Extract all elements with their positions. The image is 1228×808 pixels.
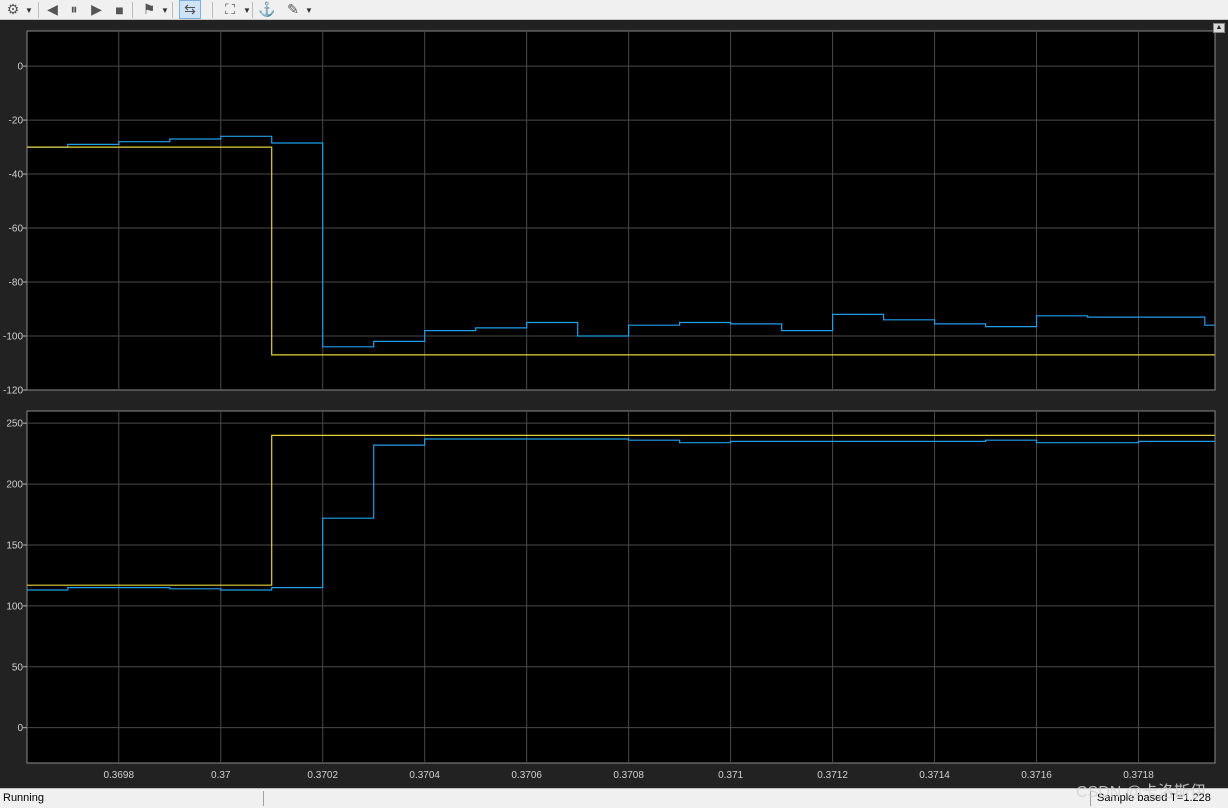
x-tick-label: 0.3714 xyxy=(919,770,950,781)
x-tick-label: 0.3716 xyxy=(1021,770,1052,781)
toolbar-divider xyxy=(172,2,173,18)
triggers-button[interactable]: ⚓ xyxy=(258,0,276,19)
restore-icon[interactable]: ▲ xyxy=(1213,23,1225,33)
chevron-down-icon[interactable]: ▼ xyxy=(243,6,251,15)
status-text: Running xyxy=(3,792,44,804)
measurements-button[interactable]: ✎ xyxy=(283,0,303,19)
y-tick-label: 0 xyxy=(17,62,23,73)
gear-icon: ⚙ xyxy=(6,1,20,17)
x-tick-label: 0.3712 xyxy=(817,770,848,781)
x-tick-label: 0.3704 xyxy=(409,770,440,781)
y-tick-label: 100 xyxy=(6,601,23,612)
y-tick-label: 0 xyxy=(17,723,23,734)
pause-icon: ⏸ xyxy=(70,1,78,17)
x-tick-label: 0.37 xyxy=(211,770,231,781)
y-tick-label: -20 xyxy=(9,116,24,127)
settings-button[interactable]: ⚙ xyxy=(3,0,23,19)
highlight-button[interactable]: ⚑ xyxy=(139,0,159,19)
toolbar-divider xyxy=(132,2,133,18)
step-back-icon: ◀ xyxy=(47,1,58,17)
step-back-button[interactable]: ◀ xyxy=(44,0,61,19)
x-tick-label: 0.3706 xyxy=(511,770,542,781)
scope-plots: 0-20-40-60-80-100-1200.3698 0.37 0.3702 0.3… xyxy=(3,30,1216,781)
highlight-block-icon: ⚑ xyxy=(142,1,156,17)
x-tick-label: 0.3708 xyxy=(613,770,644,781)
y-tick-label: 200 xyxy=(6,480,23,491)
toolbar-divider xyxy=(212,2,213,18)
y-tick-label: 150 xyxy=(6,540,23,551)
status-bar: Running Sample based T=1.228 xyxy=(0,788,1228,808)
y-tick-label: 50 xyxy=(12,662,24,673)
trigger-icon: ⚓ xyxy=(258,1,276,17)
step-forward-icon: ▶ xyxy=(91,1,102,17)
y-tick-label: 250 xyxy=(6,419,23,430)
zoom-button[interactable]: ⇆ xyxy=(179,0,201,19)
x-tick-label: 0.371 xyxy=(718,770,743,781)
pause-button[interactable]: ⏸ xyxy=(65,0,83,19)
scope-axes-1: 0 -20 -40 -60 -80 -100 -120 xyxy=(3,30,1216,397)
chevron-down-icon[interactable]: ▼ xyxy=(25,6,33,15)
measure-icon: ✎ xyxy=(287,1,299,17)
status-divider xyxy=(263,791,264,806)
scope-toolbar: ⚙ ▼ ◀ ⏸ ▶ ■ ⚑ ▼ ⇆ ⛶ ▼ ⚓ ✎ ▼ xyxy=(0,0,1228,20)
chevron-down-icon[interactable]: ▼ xyxy=(161,6,169,15)
zoom-icon: ⇆ xyxy=(184,1,196,17)
step-forward-button[interactable]: ▶ xyxy=(88,0,105,19)
y-tick-label: -80 xyxy=(9,278,24,289)
autoscale-icon: ⛶ xyxy=(225,1,235,17)
toolbar-divider xyxy=(252,2,253,18)
y-tick-label: -120 xyxy=(3,386,23,397)
toolbar-divider xyxy=(38,2,39,18)
autoscale-button[interactable]: ⛶ xyxy=(219,0,241,19)
y-tick-label: -60 xyxy=(9,224,24,235)
stop-icon: ■ xyxy=(115,1,124,18)
scope-display: 0 -20 -40 -60 -80 -100 -120 0.3698 0.37 0.3702 0.3… xyxy=(0,20,1228,788)
y-tick-label: -100 xyxy=(3,332,23,343)
stop-button[interactable]: ■ xyxy=(110,0,129,19)
chevron-down-icon[interactable]: ▼ xyxy=(305,6,313,15)
watermark: CSDN @卡洛斯伊 xyxy=(1076,784,1207,801)
scope-axes-2: 0.3698 0.37 0.3702 0.3704 0.3706 0.3708 0.371 0… xyxy=(6,410,1216,781)
x-tick-label: 0.3702 xyxy=(307,770,338,781)
x-tick-label: 0.3698 xyxy=(103,770,134,781)
y-tick-label: -40 xyxy=(9,170,24,181)
